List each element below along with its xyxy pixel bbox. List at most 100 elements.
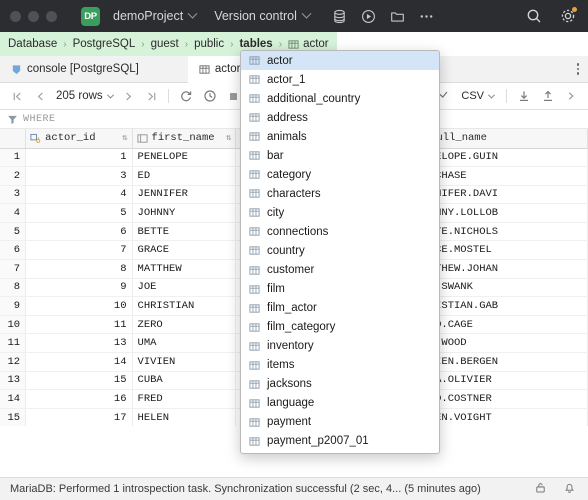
cell-actor-id[interactable]: 9 [26,278,132,297]
cell-first-name[interactable]: UMA [132,334,236,353]
cell-actor-id[interactable]: 1 [26,148,132,167]
prev-page-button[interactable] [29,85,52,107]
breadcrumb-item-guest[interactable]: guest [151,38,179,50]
last-page-button[interactable] [140,85,163,107]
cell-actor-id[interactable]: 7 [26,241,132,260]
breadcrumb-item-public[interactable]: public [194,38,224,50]
first-page-button[interactable] [6,85,29,107]
dropdown-item-characters[interactable]: characters [241,184,439,203]
upload-icon[interactable] [536,85,560,107]
dropdown-item-actor[interactable]: actor [241,51,439,70]
sort-icon[interactable]: ⇅ [122,133,127,143]
row-number-cell[interactable]: 3 [0,185,26,204]
export-format-selector[interactable]: CSV [454,90,501,102]
dropdown-item-additional_country[interactable]: additional_country [241,89,439,108]
dropdown-item-bar[interactable]: bar [241,146,439,165]
cell-first-name[interactable]: CUBA [132,371,236,390]
cell-first-name[interactable]: PENELOPE [132,148,236,167]
row-number-cell[interactable]: 1 [0,148,26,167]
row-number-cell[interactable]: 6 [0,241,26,260]
breadcrumb-item-actor[interactable]: actor [288,38,329,50]
dropdown-item-film[interactable]: film [241,280,439,299]
cell-first-name[interactable]: JOE [132,278,236,297]
dropdown-item-inventory[interactable]: inventory [241,337,439,356]
version-control-menu[interactable]: Version control [214,9,310,23]
dropdown-item-language[interactable]: language [241,394,439,413]
download-icon[interactable] [512,85,536,107]
dropdown-item-animals[interactable]: animals [241,127,439,146]
cell-first-name[interactable]: GRACE [132,241,236,260]
cell-actor-id[interactable]: 3 [26,167,132,186]
cell-first-name[interactable]: MATTHEW [132,260,236,279]
settings-icon[interactable] [560,8,576,24]
cell-first-name[interactable]: CHRISTIAN [132,297,236,316]
close-window-button[interactable] [10,11,21,22]
row-number-cell[interactable]: 13 [0,371,26,390]
run-icon[interactable] [361,9,376,24]
cell-first-name[interactable]: HELEN [132,408,236,426]
next-page-button[interactable] [117,85,140,107]
window-controls[interactable] [10,11,57,22]
cell-actor-id[interactable]: 17 [26,408,132,426]
column-header-first-name[interactable]: first_name ⇅ [132,129,236,148]
dropdown-item-actor_1[interactable]: actor_1 [241,70,439,89]
row-number-cell[interactable]: 7 [0,260,26,279]
cell-first-name[interactable]: JOHNNY [132,204,236,223]
dropdown-item-connections[interactable]: connections [241,222,439,241]
table-selector-dropdown[interactable]: actoractor_1additional_countryaddressani… [240,50,440,454]
cell-actor-id[interactable]: 11 [26,315,132,334]
dropdown-item-film_actor[interactable]: film_actor [241,299,439,318]
row-number-cell[interactable]: 10 [0,315,26,334]
cell-actor-id[interactable]: 8 [26,260,132,279]
breadcrumb-item-postgresql[interactable]: PostgreSQL [73,38,136,50]
tab-options-icon[interactable] [577,63,580,75]
dropdown-item-category[interactable]: category [241,165,439,184]
history-icon[interactable] [198,85,222,107]
dropdown-item-country[interactable]: country [241,241,439,260]
dropdown-item-film_category[interactable]: film_category [241,318,439,337]
maximize-window-button[interactable] [46,11,57,22]
dropdown-item-city[interactable]: city [241,203,439,222]
cell-actor-id[interactable]: 16 [26,390,132,409]
more-icon[interactable] [419,9,434,24]
row-number-cell[interactable]: 12 [0,353,26,372]
row-number-cell[interactable]: 15 [0,408,26,426]
row-number-cell[interactable]: 14 [0,390,26,409]
cell-actor-id[interactable]: 14 [26,353,132,372]
breadcrumb-item-database[interactable]: Database [8,38,57,50]
dropdown-item-payment_p2007_01[interactable]: payment_p2007_01 [241,432,439,451]
tab-console-postgresql[interactable]: console [PostgreSQL] [0,56,150,83]
project-selector[interactable]: DP demoProject [81,7,196,26]
cell-actor-id[interactable]: 15 [26,371,132,390]
cell-first-name[interactable]: VIVIEN [132,353,236,372]
cell-first-name[interactable]: ED [132,167,236,186]
row-number-cell[interactable]: 8 [0,278,26,297]
folder-icon[interactable] [390,9,405,24]
cell-first-name[interactable]: ZERO [132,315,236,334]
row-number-cell[interactable]: 4 [0,204,26,223]
row-count-selector[interactable]: 205 rows [52,90,117,102]
cell-first-name[interactable]: BETTE [132,222,236,241]
dropdown-item-customer[interactable]: customer [241,261,439,280]
cell-actor-id[interactable]: 6 [26,222,132,241]
row-number-cell[interactable]: 9 [0,297,26,316]
column-header-actor-id[interactable]: actor_id ⇅ [26,129,132,148]
database-icon[interactable] [332,9,347,24]
row-number-cell[interactable]: 11 [0,334,26,353]
lock-icon[interactable] [534,481,547,497]
dropdown-item-payment[interactable]: payment [241,413,439,432]
bell-icon[interactable] [563,481,576,497]
cell-actor-id[interactable]: 5 [26,204,132,223]
row-number-cell[interactable]: 5 [0,222,26,241]
cell-actor-id[interactable]: 4 [26,185,132,204]
cell-first-name[interactable]: JENNIFER [132,185,236,204]
row-number-cell[interactable]: 2 [0,167,26,186]
sort-icon[interactable]: ⇅ [226,133,231,143]
cell-actor-id[interactable]: 10 [26,297,132,316]
dropdown-item-address[interactable]: address [241,108,439,127]
cell-actor-id[interactable]: 13 [26,334,132,353]
refresh-icon[interactable] [174,85,198,107]
expand-toolbar-button[interactable] [560,85,582,107]
dropdown-item-jacksons[interactable]: jacksons [241,375,439,394]
dropdown-item-items[interactable]: items [241,356,439,375]
